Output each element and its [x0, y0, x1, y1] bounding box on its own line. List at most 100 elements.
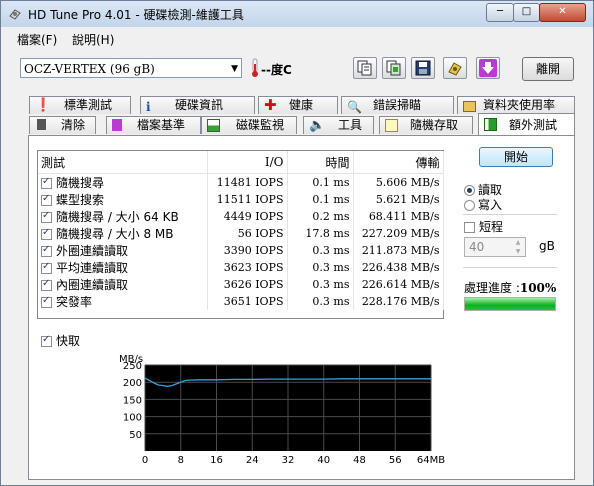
tab-folder-usage[interactable]: 資料夾使用率 [457, 96, 575, 114]
temperature-readout: --度C [261, 63, 292, 77]
test-checkbox[interactable] [41, 193, 52, 206]
table-row[interactable]: 外圈連續讀取 3390 IOPS 0.3 ms 211.873 MB/s [38, 242, 444, 259]
write-radio[interactable]: 寫入 [464, 196, 502, 213]
test-checkbox[interactable] [41, 176, 52, 189]
tab-disk-monitor[interactable]: 磁碟監視 [201, 116, 297, 134]
test-checkbox[interactable] [41, 227, 52, 240]
io-value: 4449 IOPS [207, 208, 288, 225]
tab-file-benchmark[interactable]: 檔案基準 [106, 116, 201, 134]
copy-screenshot-icon [386, 60, 401, 76]
table-row[interactable]: 蝶型搜索 11511 IOPS 0.1 ms 5.621 MB/s [38, 191, 444, 208]
read-label: 讀取 [478, 183, 503, 197]
test-name: 突發率 [56, 295, 93, 309]
transfer-value: 227.209 MB/s [353, 225, 444, 242]
random-access-icon [385, 119, 398, 132]
x-tick-label: 24 [246, 455, 259, 466]
save-button[interactable] [411, 57, 435, 79]
column-header-time[interactable]: 時間 [287, 151, 354, 174]
download-button[interactable] [476, 57, 500, 79]
io-value: 3626 IOPS [207, 276, 288, 293]
chevron-down-icon: ▼ [231, 64, 238, 74]
table-row[interactable]: 隨機搜尋 11481 IOPS 0.1 ms 5.606 MB/s [38, 173, 444, 191]
transfer-value: 68.411 MB/s [353, 208, 444, 225]
column-header-io[interactable]: I/O [207, 151, 288, 174]
x-tick-label: 56 [389, 455, 402, 466]
tab-label: 磁碟監視 [236, 118, 285, 132]
table-header-row: 測試 I/O 時間 傳輸 [38, 151, 444, 174]
checkbox-box [41, 334, 52, 347]
column-header-transfer[interactable]: 傳輸 [353, 151, 444, 174]
spin-up-icon[interactable]: ▲ [511, 238, 525, 247]
time-value: 0.3 ms [287, 293, 354, 310]
close-button[interactable]: ✕ [539, 3, 586, 22]
app-logo-icon [9, 9, 21, 20]
test-checkbox[interactable] [41, 295, 52, 308]
x-tick-label: 64MB [417, 455, 445, 466]
tab-tools[interactable]: 🔈 工具 [303, 116, 374, 134]
options-icon [448, 62, 462, 76]
test-checkbox[interactable] [41, 261, 52, 274]
tab-label: 工具 [338, 118, 363, 132]
y-tick-label: 150 [123, 395, 142, 406]
cache-checkbox[interactable]: 快取 [41, 332, 80, 349]
size-spinner[interactable]: ▲ ▼ [511, 238, 525, 256]
thermometer-icon [252, 58, 258, 77]
exit-button[interactable]: 離開 [522, 57, 574, 81]
transfer-value: 5.621 MB/s [353, 191, 444, 208]
menu-help[interactable]: 說明(H) [72, 31, 114, 48]
io-value: 3390 IOPS [207, 242, 288, 259]
tab-error-scan[interactable]: 🔍 錯誤掃瞄 [341, 96, 454, 114]
copy-screenshot-button[interactable] [382, 57, 406, 79]
tab-extra-tests[interactable]: 額外測試 [478, 113, 575, 135]
erase-icon [37, 119, 46, 130]
y-tick-label: 250 [123, 361, 142, 372]
benchmark-icon: ❗ [35, 98, 52, 113]
column-header-test[interactable]: 測試 [38, 151, 208, 174]
tab-label: 清除 [61, 118, 86, 132]
size-unit-label: gB [539, 239, 555, 253]
download-icon [479, 59, 497, 77]
io-value: 56 IOPS [207, 225, 288, 242]
tab-random-access[interactable]: 隨機存取 [379, 116, 473, 134]
test-name: 蝶型搜索 [56, 193, 105, 207]
io-value: 11511 IOPS [207, 191, 288, 208]
tab-erase[interactable]: 清除 [29, 116, 96, 134]
tab-label: 隨機存取 [410, 118, 459, 132]
transfer-value: 5.606 MB/s [353, 173, 444, 191]
spin-down-icon[interactable]: ▼ [511, 247, 525, 256]
test-checkbox[interactable] [41, 210, 52, 223]
radio-dot [464, 200, 475, 211]
extra-tests-icon [484, 118, 497, 131]
transfer-value: 228.176 MB/s [353, 293, 444, 310]
progress-fill [465, 298, 555, 310]
tab-info[interactable]: i 硬碟資訊 [140, 96, 255, 114]
menu-file[interactable]: 檔案(F) [17, 31, 57, 48]
progress-label: 處理進度 :100% [464, 279, 556, 296]
tab-label: 健康 [289, 98, 314, 112]
test-checkbox[interactable] [41, 278, 52, 291]
io-value: 11481 IOPS [207, 173, 288, 191]
table-row[interactable]: 突發率 3651 IOPS 0.3 ms 228.176 MB/s [38, 293, 444, 310]
tab-benchmark[interactable]: ❗ 標準測試 [29, 96, 131, 114]
copy-text-button[interactable] [353, 57, 377, 79]
test-name: 隨機搜尋 / 大小 64 KB [56, 210, 179, 224]
drive-select[interactable]: OCZ-VERTEX (96 gB) ▼ [20, 58, 242, 78]
time-value: 0.3 ms [287, 242, 354, 259]
x-tick-label: 0 [142, 455, 148, 466]
time-value: 0.2 ms [287, 208, 354, 225]
file-benchmark-icon [112, 119, 122, 131]
table-row[interactable]: 內圈連續讀取 3626 IOPS 0.3 ms 226.614 MB/s [38, 276, 444, 293]
table-row[interactable]: 隨機搜尋 / 大小 64 KB 4449 IOPS 0.2 ms 68.411 … [38, 208, 444, 225]
test-name: 平均連續讀取 [56, 261, 129, 275]
maximize-button[interactable]: □ [513, 3, 540, 22]
minimize-button[interactable]: ─ [486, 3, 514, 22]
short-stroke-checkbox[interactable]: 短程 [464, 218, 503, 235]
table-row[interactable]: 隨機搜尋 / 大小 8 MB 56 IOPS 17.8 ms 227.209 M… [38, 225, 444, 242]
options-button[interactable] [443, 57, 467, 79]
title-bar[interactable]: HD Tune Pro 4.01 - 硬碟檢測-維護工具 ─ □ ✕ [1, 1, 593, 28]
test-checkbox[interactable] [41, 244, 52, 257]
start-button[interactable]: 開始 [479, 147, 553, 167]
tab-health[interactable]: ✚ 健康 [258, 96, 338, 114]
transfer-chart-svg: MB/s250200150100500 8 16 24 32 40 48 56 64MB [119, 354, 445, 466]
table-row[interactable]: 平均連續讀取 3623 IOPS 0.3 ms 226.438 MB/s [38, 259, 444, 276]
